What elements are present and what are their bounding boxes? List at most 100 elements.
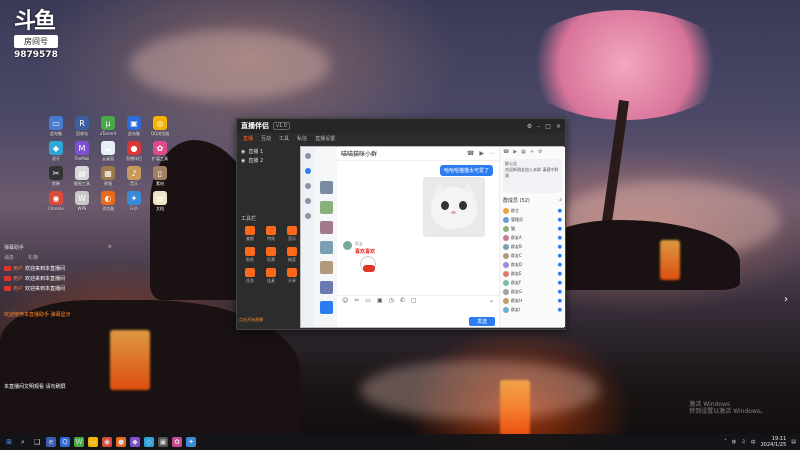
scene-row[interactable]: ◉ 直播 1	[239, 147, 301, 156]
contacts-icon[interactable]	[305, 183, 311, 189]
sender-avatar[interactable]	[343, 241, 352, 250]
desktop-shortcut[interactable]: W WPS	[70, 191, 94, 212]
chevron-up-icon[interactable]: ˄	[724, 439, 727, 445]
browser-taskbar-icon[interactable]: e	[46, 437, 56, 447]
member-item[interactable]: 群友B ●	[500, 242, 565, 251]
input-language[interactable]: 中	[751, 439, 756, 446]
chrome-taskbar-icon[interactable]: ◉	[102, 437, 112, 447]
conversation-avatar[interactable]	[319, 181, 333, 194]
desktop-shortcut[interactable]: ▤ 截图工具	[70, 166, 94, 187]
desktop-shortcut[interactable]: μ uTorrent	[96, 116, 120, 137]
member-item[interactable]: 群友H ●	[500, 296, 565, 305]
close-icon[interactable]: ×	[108, 244, 112, 251]
conversation-avatar[interactable]	[319, 241, 333, 254]
message-icon[interactable]	[305, 168, 311, 174]
avatar-icon[interactable]	[305, 153, 311, 159]
member-item[interactable]: 群友D ●	[500, 260, 565, 269]
desktop-shortcut[interactable]: ▤ 文档	[148, 191, 172, 212]
emoji-icon[interactable]: ☺	[342, 297, 348, 304]
live-taskbar-icon[interactable]: ●	[116, 437, 126, 447]
add-member-icon[interactable]: +	[530, 149, 534, 155]
member-item[interactable]: 群友E ●	[500, 269, 565, 278]
image-icon[interactable]: ▣	[377, 297, 383, 304]
volume-icon[interactable]: ♫	[741, 439, 745, 445]
tool-item[interactable]: 任务	[241, 268, 259, 284]
cat-photo[interactable]	[423, 177, 485, 237]
desktop-shortcut[interactable]: R 回收站	[70, 116, 94, 137]
tool-item[interactable]: 连麦	[262, 268, 280, 284]
member-item[interactable]: 群友C ●	[500, 251, 565, 260]
desktop-shortcut[interactable]: ◉ Chrome	[44, 191, 68, 212]
desktop-shortcut[interactable]: ✿ 扩展工具	[148, 141, 172, 162]
tab-messages[interactable]: 私信	[297, 135, 307, 142]
send-button[interactable]: 发送	[469, 317, 495, 326]
network-icon[interactable]: ◍	[732, 439, 736, 445]
group-notice[interactable]: 群公告 欢迎新朋友加入本群 请遵守群规	[503, 159, 562, 193]
screen-share-icon[interactable]: ▢	[411, 297, 417, 304]
desktop-shortcut[interactable]: ✦ Fish	[122, 191, 146, 212]
desktop-shortcut[interactable]: ◐ 浏览器	[96, 191, 120, 212]
member-item[interactable]: 猫 ●	[500, 224, 565, 233]
tool-item[interactable]: 美颜	[241, 226, 259, 242]
desktop-shortcut[interactable]: ▣ 此电脑	[122, 116, 146, 137]
member-item[interactable]: 管理员 ●	[500, 215, 565, 224]
voice-icon[interactable]: ✆	[400, 297, 405, 304]
search-icon[interactable]: ⌕	[559, 197, 562, 204]
message-input[interactable]	[340, 307, 496, 315]
minimize-icon[interactable]: –	[537, 123, 540, 130]
desktop-shortcut[interactable]: ◎ QQ浏览器	[148, 116, 172, 137]
scene-row[interactable]: ◉ 直播 2	[239, 156, 301, 165]
app-taskbar-icon[interactable]: ▣	[158, 437, 168, 447]
conversation-avatar[interactable]	[319, 301, 333, 314]
folder-icon[interactable]	[305, 213, 311, 219]
phone-icon[interactable]: ☎	[503, 149, 509, 155]
member-item[interactable]: 群友I ●	[500, 305, 565, 314]
video-icon[interactable]: ▶	[513, 149, 517, 155]
settings-icon[interactable]: ⚙	[538, 149, 542, 155]
search-icon[interactable]: ⌕	[18, 437, 28, 447]
conversation-avatar[interactable]	[319, 281, 333, 294]
video-icon[interactable]: ▶	[479, 150, 484, 157]
qq-taskbar-icon[interactable]: Q	[60, 437, 70, 447]
desktop-shortcut[interactable]: ▦ 视频	[96, 166, 120, 187]
tool-item[interactable]: 投票	[262, 247, 280, 263]
folder-taskbar-icon[interactable]: ▭	[88, 437, 98, 447]
app-taskbar-icon[interactable]: ✦	[186, 437, 196, 447]
app-taskbar-icon[interactable]: ✿	[172, 437, 182, 447]
conversation-avatar[interactable]	[319, 261, 333, 274]
app-taskbar-icon[interactable]: ◇	[144, 437, 154, 447]
member-item[interactable]: 群友A ●	[500, 233, 565, 242]
tool-item[interactable]: 音乐	[283, 226, 301, 242]
tab-messages[interactable]: 消息	[4, 254, 14, 261]
tool-item[interactable]: 特效	[262, 226, 280, 242]
desktop-shortcut[interactable]: ● 直播伴侣	[122, 141, 146, 162]
maximize-icon[interactable]: □	[545, 123, 551, 130]
app-taskbar-icon[interactable]: ◆	[130, 437, 140, 447]
notification-icon[interactable]: ▤	[791, 439, 796, 445]
folder-icon[interactable]: ▭	[365, 297, 371, 304]
tool-item[interactable]: 贴纸	[241, 247, 259, 263]
conversation-avatar[interactable]	[319, 201, 333, 214]
more-icon[interactable]: ⋯	[489, 150, 495, 157]
phone-icon[interactable]: ☎	[467, 150, 474, 157]
desktop-shortcut[interactable]: ▭ 此电脑	[44, 116, 68, 137]
tab-tools[interactable]: 工具	[279, 135, 289, 142]
taskbar-clock[interactable]: 19:11 2024/1/25	[761, 436, 787, 448]
apps-icon[interactable]: ▦	[521, 149, 526, 155]
member-item[interactable]: 群友F ●	[500, 278, 565, 287]
settings-icon[interactable]: ⚙	[527, 123, 532, 130]
desktop-shortcut[interactable]: ♪ 音乐	[122, 166, 146, 187]
star-icon[interactable]	[305, 198, 311, 204]
tab-gifts[interactable]: 礼物	[28, 254, 38, 261]
sticker-message[interactable]: 喜欢喜欢	[355, 248, 383, 278]
tab-interact[interactable]: 互动	[261, 135, 271, 142]
tool-item[interactable]: 抽奖	[283, 247, 301, 263]
desktop-shortcut[interactable]: ▯ 素材	[148, 166, 172, 187]
member-item[interactable]: 群主 ●	[500, 206, 565, 215]
tab-live-settings[interactable]: 直播设置	[315, 135, 335, 142]
desktop-shortcut[interactable]: ✂ 剪映	[44, 166, 68, 187]
windows-start-icon[interactable]: ⊞	[4, 437, 14, 447]
desktop-shortcut[interactable]: M TeeMail	[70, 141, 94, 162]
member-item[interactable]: 群友G ●	[500, 287, 565, 296]
tab-live[interactable]: 直播	[243, 135, 253, 142]
